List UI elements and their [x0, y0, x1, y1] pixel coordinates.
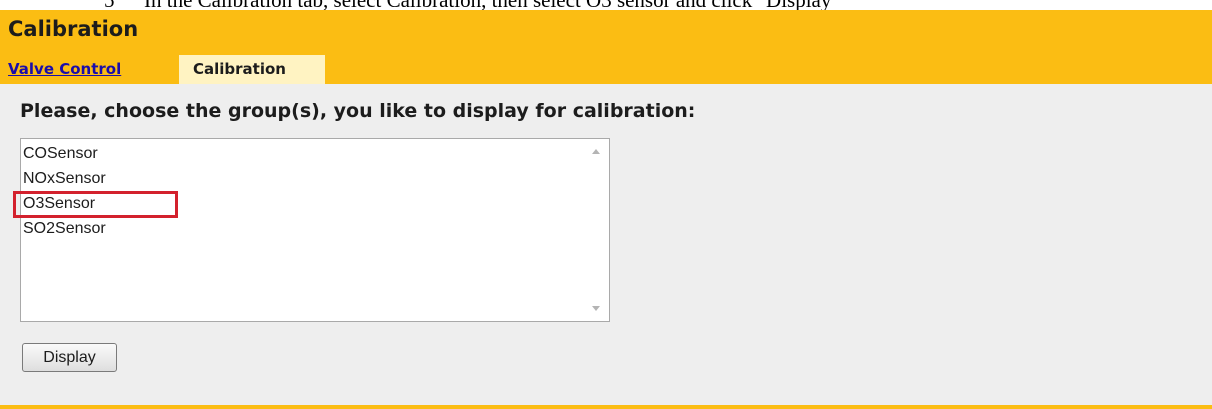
instruction-caption: 5 In the Calibration tab, select Calibra… — [0, 0, 1212, 10]
instruction-text: In the Calibration tab, select Calibrati… — [144, 0, 840, 10]
app-header: Calibration Valve Control Calibration — [0, 10, 1212, 84]
listbox-scrollbar[interactable] — [587, 139, 609, 321]
list-item-noxsensor[interactable]: NOxSensor — [23, 167, 106, 191]
tab-calibration[interactable]: Calibration — [179, 55, 325, 84]
list-item-so2sensor[interactable]: SO2Sensor — [23, 217, 106, 241]
group-selection-prompt: Please, choose the group(s), you like to… — [20, 100, 696, 122]
display-button[interactable]: Display — [22, 343, 117, 372]
list-item-cosensor[interactable]: COSensor — [23, 142, 98, 166]
page-title: Calibration — [8, 17, 139, 41]
panel-bottom-border — [0, 405, 1212, 409]
tab-valve-control[interactable]: Valve Control — [8, 55, 121, 84]
group-listbox[interactable]: COSensor NOxSensor O3Sensor SO2Sensor — [20, 138, 610, 322]
scroll-down-arrow-icon[interactable] — [592, 306, 600, 311]
calibration-panel: Please, choose the group(s), you like to… — [0, 84, 1212, 405]
list-item-o3sensor[interactable]: O3Sensor — [23, 192, 95, 216]
scroll-up-arrow-icon[interactable] — [592, 149, 600, 154]
step-number: 5 — [104, 0, 115, 10]
